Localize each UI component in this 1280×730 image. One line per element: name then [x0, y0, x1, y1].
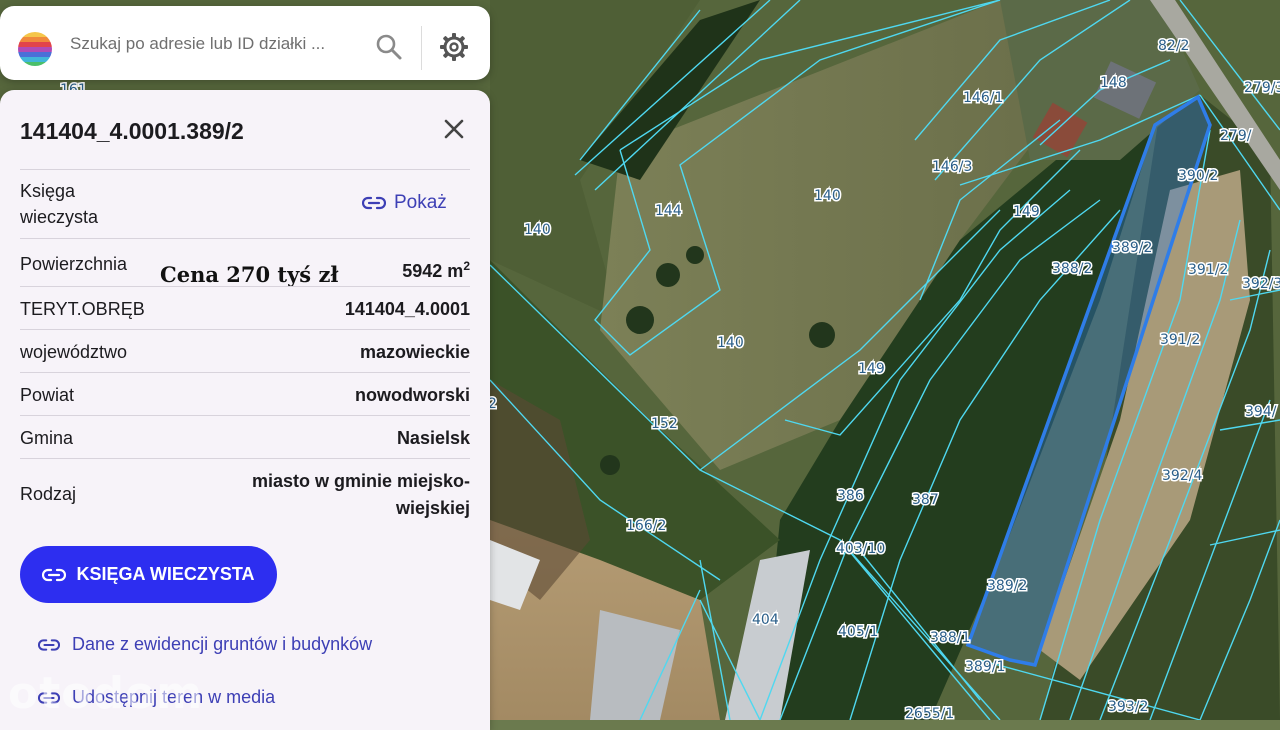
- row-label-gmina: Gmina: [20, 428, 74, 448]
- parcel-number-text: 386: [837, 488, 864, 504]
- close-icon[interactable]: [441, 116, 467, 142]
- show-ksiega-label: Pokaż: [394, 192, 447, 213]
- row-value-teryt: 141404_4.0001: [344, 299, 470, 319]
- row-value-powiat: nowodworski: [354, 385, 470, 405]
- parcel-number-text: 388/1: [930, 630, 970, 646]
- row-value-rodzaj-line1: miasto w gminie miejsko-: [251, 471, 470, 491]
- row-divider: [20, 329, 470, 330]
- row-divider: [20, 286, 470, 287]
- parcel-number-text: 166/2: [626, 518, 666, 534]
- row-divider: [20, 169, 470, 170]
- parcel-number-text: 387: [912, 492, 939, 508]
- row-value-gmina: Nasielsk: [396, 428, 470, 448]
- parcel-number-text: 146/3: [932, 159, 972, 175]
- parcel-number-text: 390/2: [1178, 168, 1218, 184]
- parcel-number-text: 140: [717, 335, 744, 351]
- parcel-number-text: 393/2: [1108, 699, 1148, 715]
- parcel-number-text: 279/: [1220, 128, 1252, 144]
- otodom-watermark: otodom: [8, 668, 204, 719]
- link-icon: [42, 568, 67, 581]
- parcel-number-text: 403/10: [836, 541, 885, 557]
- parcel-number-text: 392/4: [1162, 468, 1202, 484]
- parcel-number-text: 388/2: [1052, 261, 1092, 277]
- egib-data-link-label: Dane z ewidencji gruntów i budynków: [72, 634, 373, 654]
- parcel-number-text: 404: [752, 612, 779, 628]
- gear-icon[interactable]: [437, 30, 471, 64]
- ksiega-wieczysta-button[interactable]: KSIĘGA WIECZYSTA: [20, 546, 277, 603]
- row-label-powierzchnia: Powierzchnia: [20, 254, 128, 274]
- parcel-number-text: 149: [858, 361, 885, 377]
- parcel-number-text: 394/: [1245, 404, 1277, 420]
- row-divider: [20, 372, 470, 373]
- row-label-rodzaj: Rodzaj: [20, 484, 77, 504]
- parcel-number-text: 2655/1: [905, 706, 954, 720]
- parcel-number-text: 389/1: [965, 659, 1005, 675]
- parcel-number-text: 144: [655, 203, 682, 219]
- parcel-number-text: 140: [814, 188, 841, 204]
- parcel-number-text: 391/2: [1160, 332, 1200, 348]
- parcel-number-text: 152: [651, 416, 678, 432]
- row-value-powierzchnia: 5942 m2: [402, 259, 470, 281]
- row-divider: [20, 415, 470, 416]
- parcel-title: 141404_4.0001.389/2: [20, 118, 244, 144]
- search-bar: [0, 6, 490, 80]
- parcel-number-text: 405/1: [838, 624, 878, 640]
- rainbow-globe-logo[interactable]: [18, 32, 52, 66]
- row-label-ksiega: Księga wieczysta: [20, 181, 99, 227]
- show-ksiega-link[interactable]: Pokaż: [362, 192, 447, 214]
- row-value-rodzaj-line2: wiejskiej: [395, 498, 470, 518]
- parcel-number-text: 392/3: [1242, 276, 1280, 292]
- parcel-number-text: 279/3: [1244, 80, 1280, 96]
- parcel-number-text: 391/2: [1188, 262, 1228, 278]
- ksiega-wieczysta-button-label: KSIĘGA WIECZYSTA: [76, 564, 255, 584]
- parcel-number-text: 146/1: [963, 90, 1003, 106]
- parcel-number-text: 148: [1100, 75, 1127, 91]
- row-label-powiat: Powiat: [20, 385, 75, 405]
- row-label-teryt: TERYT.OBRĘB: [20, 299, 145, 319]
- search-divider: [421, 26, 422, 70]
- row-divider: [20, 238, 470, 239]
- search-icon[interactable]: [374, 32, 404, 62]
- egib-data-link[interactable]: Dane z ewidencji gruntów i budynków: [38, 634, 372, 655]
- parcel-number-text: 149: [1013, 204, 1040, 220]
- link-icon: [38, 638, 60, 651]
- parcel-number-text: 82/2: [1158, 38, 1189, 54]
- link-icon: [362, 196, 386, 210]
- row-divider: [20, 458, 470, 459]
- price-overlay: Cena 270 tyś zł: [160, 262, 339, 287]
- parcel-number-text: 389/2: [1112, 240, 1152, 256]
- parcel-number-text: 140: [524, 222, 551, 238]
- parcel-number-text: 389/2: [987, 578, 1027, 594]
- row-value-wojewodztwo: mazowieckie: [359, 342, 470, 362]
- row-label-wojewodztwo: województwo: [20, 342, 128, 362]
- search-input[interactable]: [68, 28, 362, 60]
